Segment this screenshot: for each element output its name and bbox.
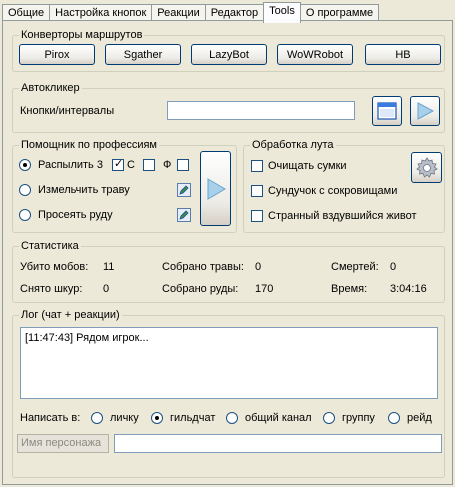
private-label: личку: [110, 412, 139, 424]
general-radio[interactable]: [226, 412, 238, 424]
herbs-gathered-label: Собрано травы:: [162, 261, 244, 273]
guild-label: гильдчат: [170, 412, 216, 424]
statistics-group: Статистика Убито мобов: 11 Собрано травы…: [12, 239, 445, 303]
mill-edit-icon[interactable]: [177, 183, 191, 197]
time-label: Время:: [331, 283, 368, 295]
raid-radio[interactable]: [388, 412, 400, 424]
disenchant-label: Распылить 3: [38, 159, 103, 171]
treasure-chest-check[interactable]: [251, 185, 263, 197]
tab-tools[interactable]: Tools: [263, 2, 301, 23]
check-f-label: Ф: [163, 159, 172, 171]
check-s-label: С: [127, 159, 135, 171]
group-label: группу: [342, 412, 375, 424]
disenchant-extra-check[interactable]: [177, 159, 189, 171]
professions-group: Помощник по профессиям Распылить 3 С Ф И…: [12, 138, 237, 233]
statistics-legend: Статистика: [19, 239, 81, 253]
mill-radio[interactable]: [19, 184, 31, 196]
skins-value: 0: [103, 283, 110, 295]
raid-label: рейд: [407, 412, 432, 424]
strange-belly-check[interactable]: [251, 210, 263, 222]
lazybot-button[interactable]: LazyBot: [191, 44, 267, 65]
tools-panel: Конверторы маршрутов Pirox Sgather LazyB…: [2, 20, 453, 485]
prospect-label: Просеять руду: [38, 209, 113, 221]
professions-legend: Помощник по профессиям: [19, 138, 159, 152]
autoclicker-start-button[interactable]: [410, 96, 440, 126]
sgather-button[interactable]: Sgather: [105, 44, 181, 65]
autoclicker-window-button[interactable]: [372, 96, 402, 126]
converters-legend: Конверторы маршрутов: [19, 28, 145, 42]
clean-bags-label: Очищать сумки: [268, 160, 347, 172]
mobs-killed-value: 11: [103, 261, 115, 273]
prospect-radio[interactable]: [19, 209, 31, 221]
ore-gathered-value: 170: [255, 283, 274, 295]
strange-belly-label: Странный вздувшийся живот: [268, 210, 417, 222]
loot-group: Обработка лута Очищать сумки Сундучок с …: [243, 138, 445, 233]
ore-gathered-label: Собрано руды:: [162, 283, 239, 295]
message-input[interactable]: [114, 434, 442, 453]
prospect-edit-icon[interactable]: [177, 208, 191, 222]
log-group: Лог (чат + реакции) [11:47:43] Рядом игр…: [12, 308, 445, 478]
disenchant-f-check[interactable]: [143, 159, 155, 171]
loot-legend: Обработка лута: [250, 138, 336, 152]
skins-label: Снято шкур:: [20, 283, 83, 295]
tab-bar: Общие Настройка кнопок Реакции Редактор …: [2, 2, 380, 23]
mill-label: Измельчить траву: [38, 184, 130, 196]
log-legend: Лог (чат + реакции): [19, 308, 122, 322]
log-output[interactable]: [11:47:43] Рядом игрок...: [20, 327, 438, 399]
loot-settings-button[interactable]: [411, 152, 442, 183]
guild-radio[interactable]: [151, 412, 163, 424]
general-label: общий канал: [245, 412, 312, 424]
private-radio[interactable]: [91, 412, 103, 424]
group-radio[interactable]: [323, 412, 335, 424]
disenchant-radio[interactable]: [19, 159, 31, 171]
log-line: [11:47:43] Рядом игрок...: [25, 332, 149, 344]
autoclicker-label: Кнопки/интервалы: [20, 105, 115, 117]
treasure-chest-label: Сундучок с сокровищами: [268, 185, 398, 197]
character-name-field[interactable]: Имя персонажа: [17, 434, 109, 453]
play-arrow-icon: [207, 177, 226, 200]
play-arrow-icon: [417, 102, 435, 120]
herbs-gathered-value: 0: [255, 261, 262, 273]
mobs-killed-label: Убито мобов:: [20, 261, 89, 273]
gear-icon: [415, 156, 438, 178]
autoclicker-legend: Автокликер: [19, 81, 82, 95]
converters-group: Конверторы маршрутов Pirox Sgather LazyB…: [12, 28, 445, 72]
deaths-label: Смертей:: [331, 261, 379, 273]
hb-button[interactable]: HB: [365, 44, 441, 65]
time-value: 3:04:16: [390, 283, 427, 295]
professions-start-button[interactable]: [200, 151, 231, 226]
deaths-value: 0: [390, 261, 397, 273]
clean-bags-check[interactable]: [251, 160, 263, 172]
disenchant-s-check[interactable]: [112, 157, 124, 171]
write-to-label: Написать в:: [20, 412, 81, 424]
pirox-button[interactable]: Pirox: [19, 44, 95, 65]
autoclicker-input[interactable]: [167, 101, 355, 120]
window-icon: [377, 102, 397, 120]
wowrobot-button[interactable]: WoWRobot: [277, 44, 353, 65]
autoclicker-group: Автокликер Кнопки/интервалы: [12, 81, 445, 133]
